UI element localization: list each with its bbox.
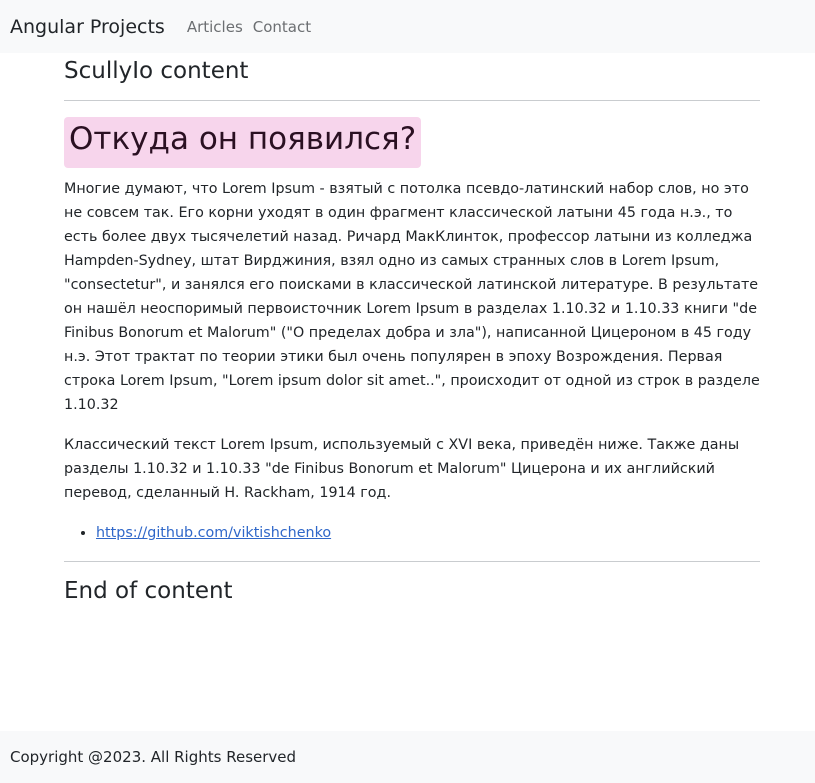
article-heading: Откуда он появился? [64,117,422,168]
copyright-text: Copyright @2023. All Rights Reserved [10,748,297,766]
github-link[interactable]: https://github.com/viktishchenko [96,525,331,541]
footer: Copyright @2023. All Rights Reserved [0,731,815,783]
main-content: ScullyIo content Откуда он появился? Мно… [64,53,760,606]
brand-link[interactable]: Angular Projects [10,16,165,38]
heading-wrapper: Откуда он появился? [64,117,760,168]
article-paragraph-1: Многие думают, что Lorem Ipsum - взятый … [64,181,760,413]
nav-link-contact[interactable]: Contact [253,18,311,36]
list-item: https://github.com/viktishchenko [96,521,760,545]
link-list: https://github.com/viktishchenko [64,521,760,545]
bottom-divider [64,561,760,562]
section-title: ScullyIo content [64,58,249,84]
nav-link-articles[interactable]: Articles [187,18,243,36]
article-paragraph-2: Классический текст Lorem Ipsum, использу… [64,437,740,501]
end-title: End of content [64,578,233,604]
page: Angular Projects Articles Contact Scully… [0,0,815,783]
top-divider [64,100,760,101]
top-navbar: Angular Projects Articles Contact [0,0,815,53]
